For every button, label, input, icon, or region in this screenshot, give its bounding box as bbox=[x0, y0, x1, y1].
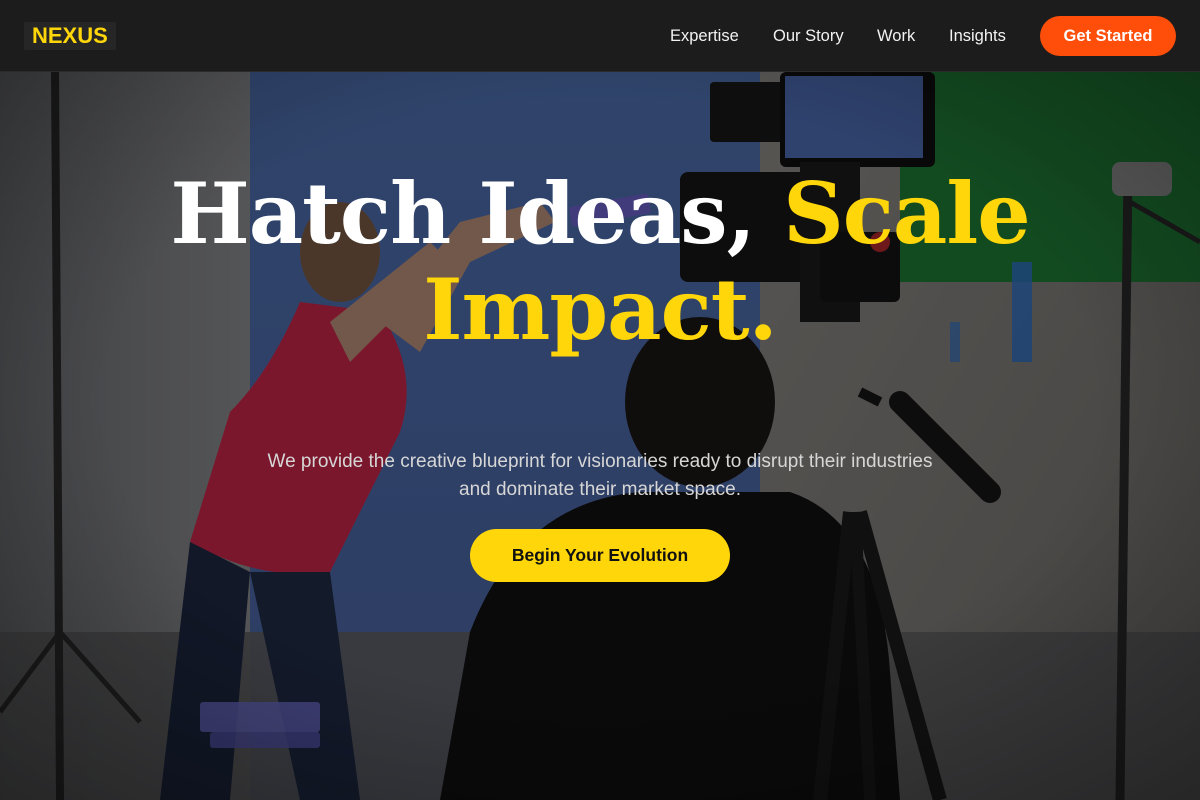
nav-link-expertise[interactable]: Expertise bbox=[670, 25, 739, 47]
nav-link-insights[interactable]: Insights bbox=[949, 25, 1006, 47]
begin-evolution-button[interactable]: Begin Your Evolution bbox=[470, 529, 730, 582]
headline-white-part: Hatch Ideas, bbox=[170, 164, 755, 263]
brand-logo[interactable]: NEXUS bbox=[24, 22, 116, 50]
headline-accent-scale: Scale bbox=[783, 164, 1031, 263]
nav-link-our-story[interactable]: Our Story bbox=[773, 25, 844, 47]
nav-link-work[interactable]: Work bbox=[877, 25, 915, 47]
hero-headline: Hatch Ideas, Scale Impact. bbox=[100, 166, 1100, 358]
site-header: NEXUS Expertise Our Story Work Insights … bbox=[0, 0, 1200, 72]
hero-subtitle: We provide the creative blueprint for vi… bbox=[267, 451, 933, 500]
headline-accent-impact: Impact. bbox=[423, 260, 778, 359]
get-started-button[interactable]: Get Started bbox=[1040, 16, 1176, 56]
